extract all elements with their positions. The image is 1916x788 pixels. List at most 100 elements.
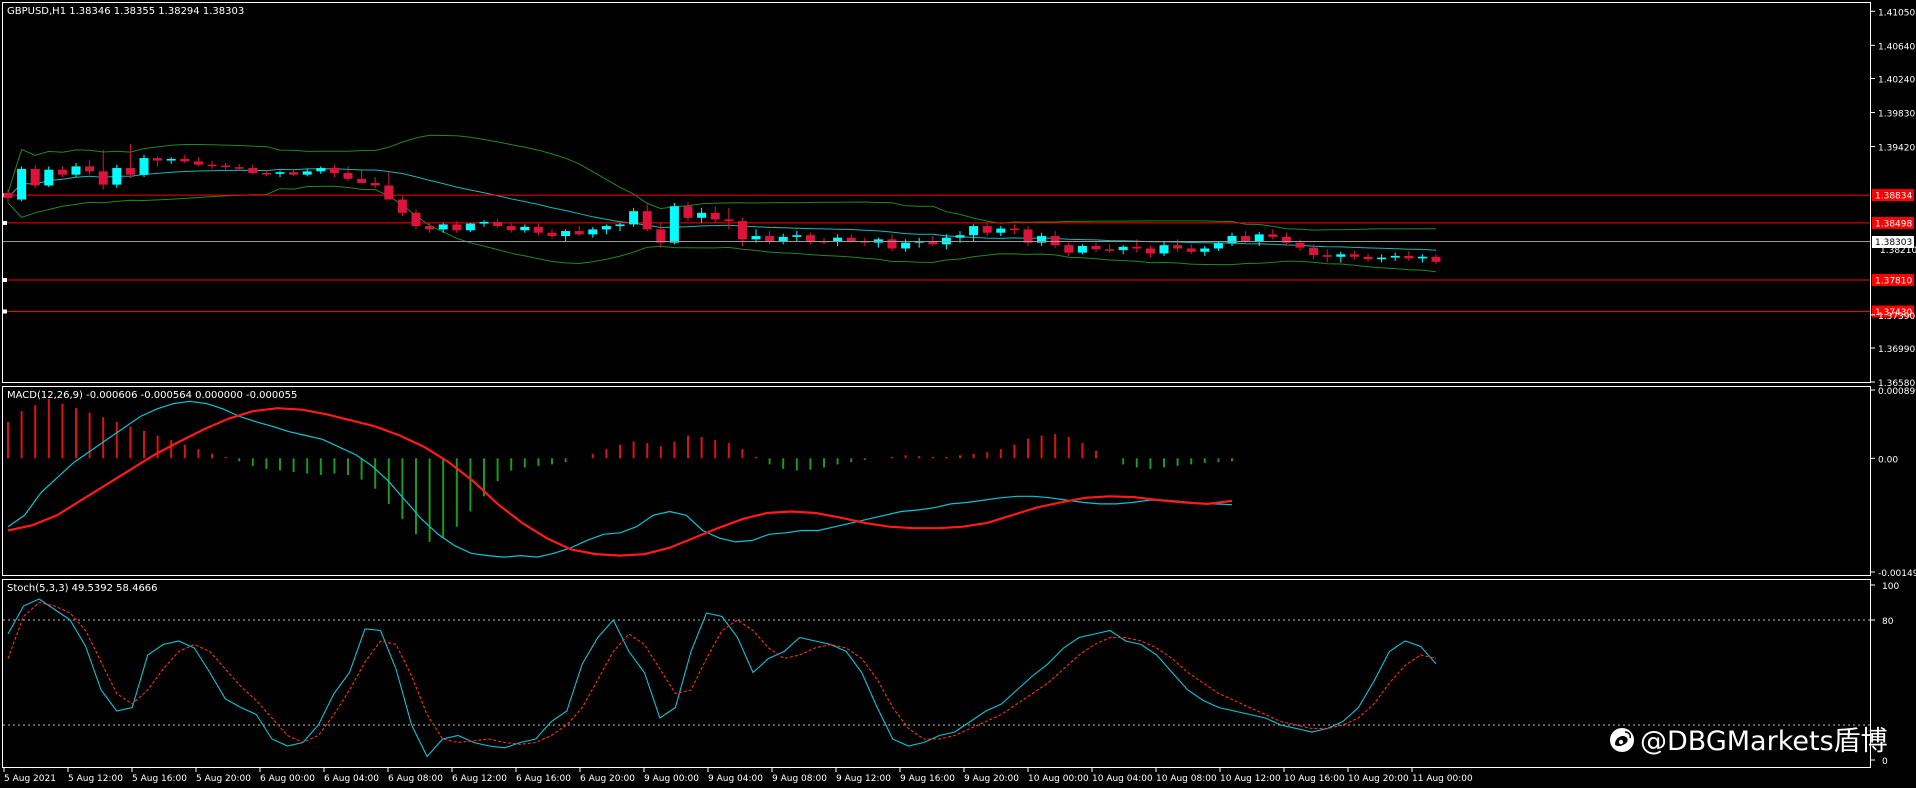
candle-body: [180, 158, 190, 162]
candle-body: [969, 226, 979, 236]
candle-body: [1363, 256, 1373, 260]
candle-body: [397, 199, 407, 213]
candle-body: [1349, 254, 1359, 257]
hidden-price-tick: 1.38210: [1880, 246, 1916, 256]
stoch-panel-header: Stoch(5,3,3) 49.5392 58.4666: [7, 583, 158, 594]
candle-body: [901, 242, 911, 249]
price-tick-label: 1.40240: [1878, 75, 1915, 85]
time-tick-label: 9 Aug 08:00: [772, 774, 827, 784]
time-tick-label: 9 Aug 04:00: [708, 774, 763, 784]
candle-body: [357, 178, 367, 183]
candle-body: [588, 229, 598, 235]
candle-body: [1390, 255, 1400, 258]
candle-body: [1064, 245, 1074, 253]
candle-body: [656, 229, 666, 243]
candle-body: [329, 168, 339, 174]
candle-body: [601, 226, 611, 230]
candle-body: [438, 224, 448, 230]
candle-body: [846, 237, 856, 242]
candle-body: [697, 212, 707, 218]
level-price-label: 1.37810: [1875, 276, 1912, 286]
time-tick-label: 10 Aug 08:00: [1156, 774, 1217, 784]
candle-body: [1118, 246, 1128, 251]
level-price-label: 1.38498: [1875, 219, 1912, 229]
candle-body: [493, 221, 503, 227]
price-tick-label: 1.36990: [1878, 345, 1915, 355]
candle-body: [370, 182, 380, 186]
candle-body: [547, 232, 557, 237]
candle-body: [261, 173, 271, 175]
candle-body: [1241, 236, 1251, 242]
level-anchor: [3, 309, 7, 314]
candle-body: [710, 212, 720, 220]
time-tick-label: 9 Aug 20:00: [964, 774, 1019, 784]
time-tick-label: 9 Aug 00:00: [644, 774, 699, 784]
candle-body: [71, 166, 81, 175]
candle-body: [1200, 248, 1210, 252]
price-tick-label: 1.41050: [1878, 8, 1915, 18]
candle-body: [805, 235, 815, 242]
candle-body: [955, 235, 965, 238]
price-tick-label: 1.39420: [1878, 143, 1915, 153]
time-tick-label: 10 Aug 16:00: [1284, 774, 1345, 784]
candle-body: [887, 239, 897, 249]
candle-body: [139, 158, 149, 175]
candle-body: [1091, 245, 1101, 250]
time-tick-label: 10 Aug 04:00: [1092, 774, 1153, 784]
candle-body: [533, 226, 543, 233]
candle-body: [1295, 242, 1305, 248]
candle-body: [166, 158, 176, 161]
candle-body: [1254, 234, 1264, 242]
candle-body: [1105, 249, 1115, 251]
price-panel-header: GBPUSD,H1 1.38346 1.38355 1.38294 1.3830…: [7, 6, 244, 17]
stoch-tick-label: 0: [1882, 757, 1888, 767]
time-tick-label: 5 Aug 2021: [4, 774, 56, 784]
candle-body: [1023, 229, 1033, 243]
candle-body: [520, 226, 530, 231]
candle-body: [1159, 245, 1169, 254]
time-tick-label: 11 Aug 00:00: [1412, 774, 1473, 784]
candle-body: [112, 168, 122, 185]
mt4-chart-window[interactable]: 1.388341.384981.378101.37430 0.0008990.0…: [0, 0, 1916, 788]
candle-body: [982, 226, 992, 233]
candle-body: [57, 169, 67, 175]
level-anchor: [3, 277, 7, 282]
candle-body: [778, 236, 788, 242]
candle-body: [1431, 256, 1441, 262]
candle-body: [98, 171, 108, 185]
candle-body: [1404, 255, 1414, 259]
watermark-text: @DBGMarkets盾博: [1640, 726, 1888, 757]
candle-body: [1213, 243, 1223, 249]
candle-body: [193, 161, 203, 165]
time-tick-label: 10 Aug 00:00: [1028, 774, 1089, 784]
candle-body: [506, 226, 516, 231]
candle-body: [3, 192, 13, 198]
candle-body: [1322, 255, 1332, 257]
weibo-logo-icon: [1610, 728, 1634, 752]
candle-body: [1077, 245, 1087, 253]
watermark: @DBGMarkets盾博: [1610, 726, 1888, 757]
candle-body: [289, 172, 299, 175]
candle-body: [302, 171, 312, 175]
candle-body: [248, 168, 258, 174]
time-tick-label: 6 Aug 00:00: [260, 774, 315, 784]
candle-body: [561, 231, 571, 237]
time-tick-label: 6 Aug 04:00: [324, 774, 379, 784]
macd-tick-label: 0.00: [1878, 455, 1898, 465]
candle-body: [683, 206, 693, 218]
time-tick-label: 10 Aug 12:00: [1220, 774, 1281, 784]
time-tick-label: 9 Aug 12:00: [836, 774, 891, 784]
candle-body: [411, 212, 421, 227]
candle-body: [1377, 257, 1387, 260]
candle-body: [125, 168, 135, 175]
candle-body: [724, 219, 734, 222]
stoch-tick-label: 80: [1882, 617, 1894, 627]
price-tick-label: 1.40640: [1878, 42, 1915, 52]
candle-body: [737, 221, 747, 240]
candle-body: [465, 223, 475, 231]
candle-body: [452, 224, 462, 231]
time-tick-label: 5 Aug 12:00: [68, 774, 123, 784]
candle-body: [207, 164, 217, 167]
candle-body: [1186, 248, 1196, 252]
candle-body: [629, 211, 639, 225]
